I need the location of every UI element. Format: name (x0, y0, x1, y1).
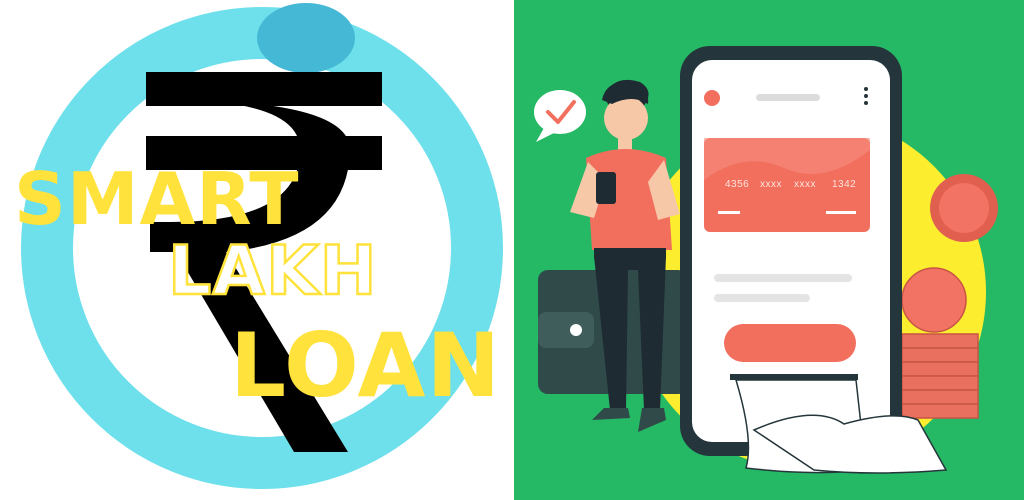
card-number-group-4: 1342 (832, 179, 857, 190)
brand-word-smart: SMART (14, 157, 300, 241)
logo-ring-knob (257, 3, 355, 73)
logo-panel: SMART LAKH LOAN (0, 0, 512, 500)
phone-status-dot (704, 90, 720, 106)
card-number-group-2: xxxx (760, 179, 782, 190)
illustration-graphic (514, 0, 1024, 500)
brand-word-loan: LOAN (230, 314, 502, 417)
brand-word-lakh: LAKH (167, 232, 378, 311)
phone-action-button (724, 324, 856, 362)
card-number-group-1: 4356 (725, 179, 750, 190)
coin-icon (930, 174, 998, 242)
illustration-panel: 4356 xxxx xxxx 1342 (514, 0, 1024, 500)
card-number-group-3: xxxx (794, 179, 816, 190)
